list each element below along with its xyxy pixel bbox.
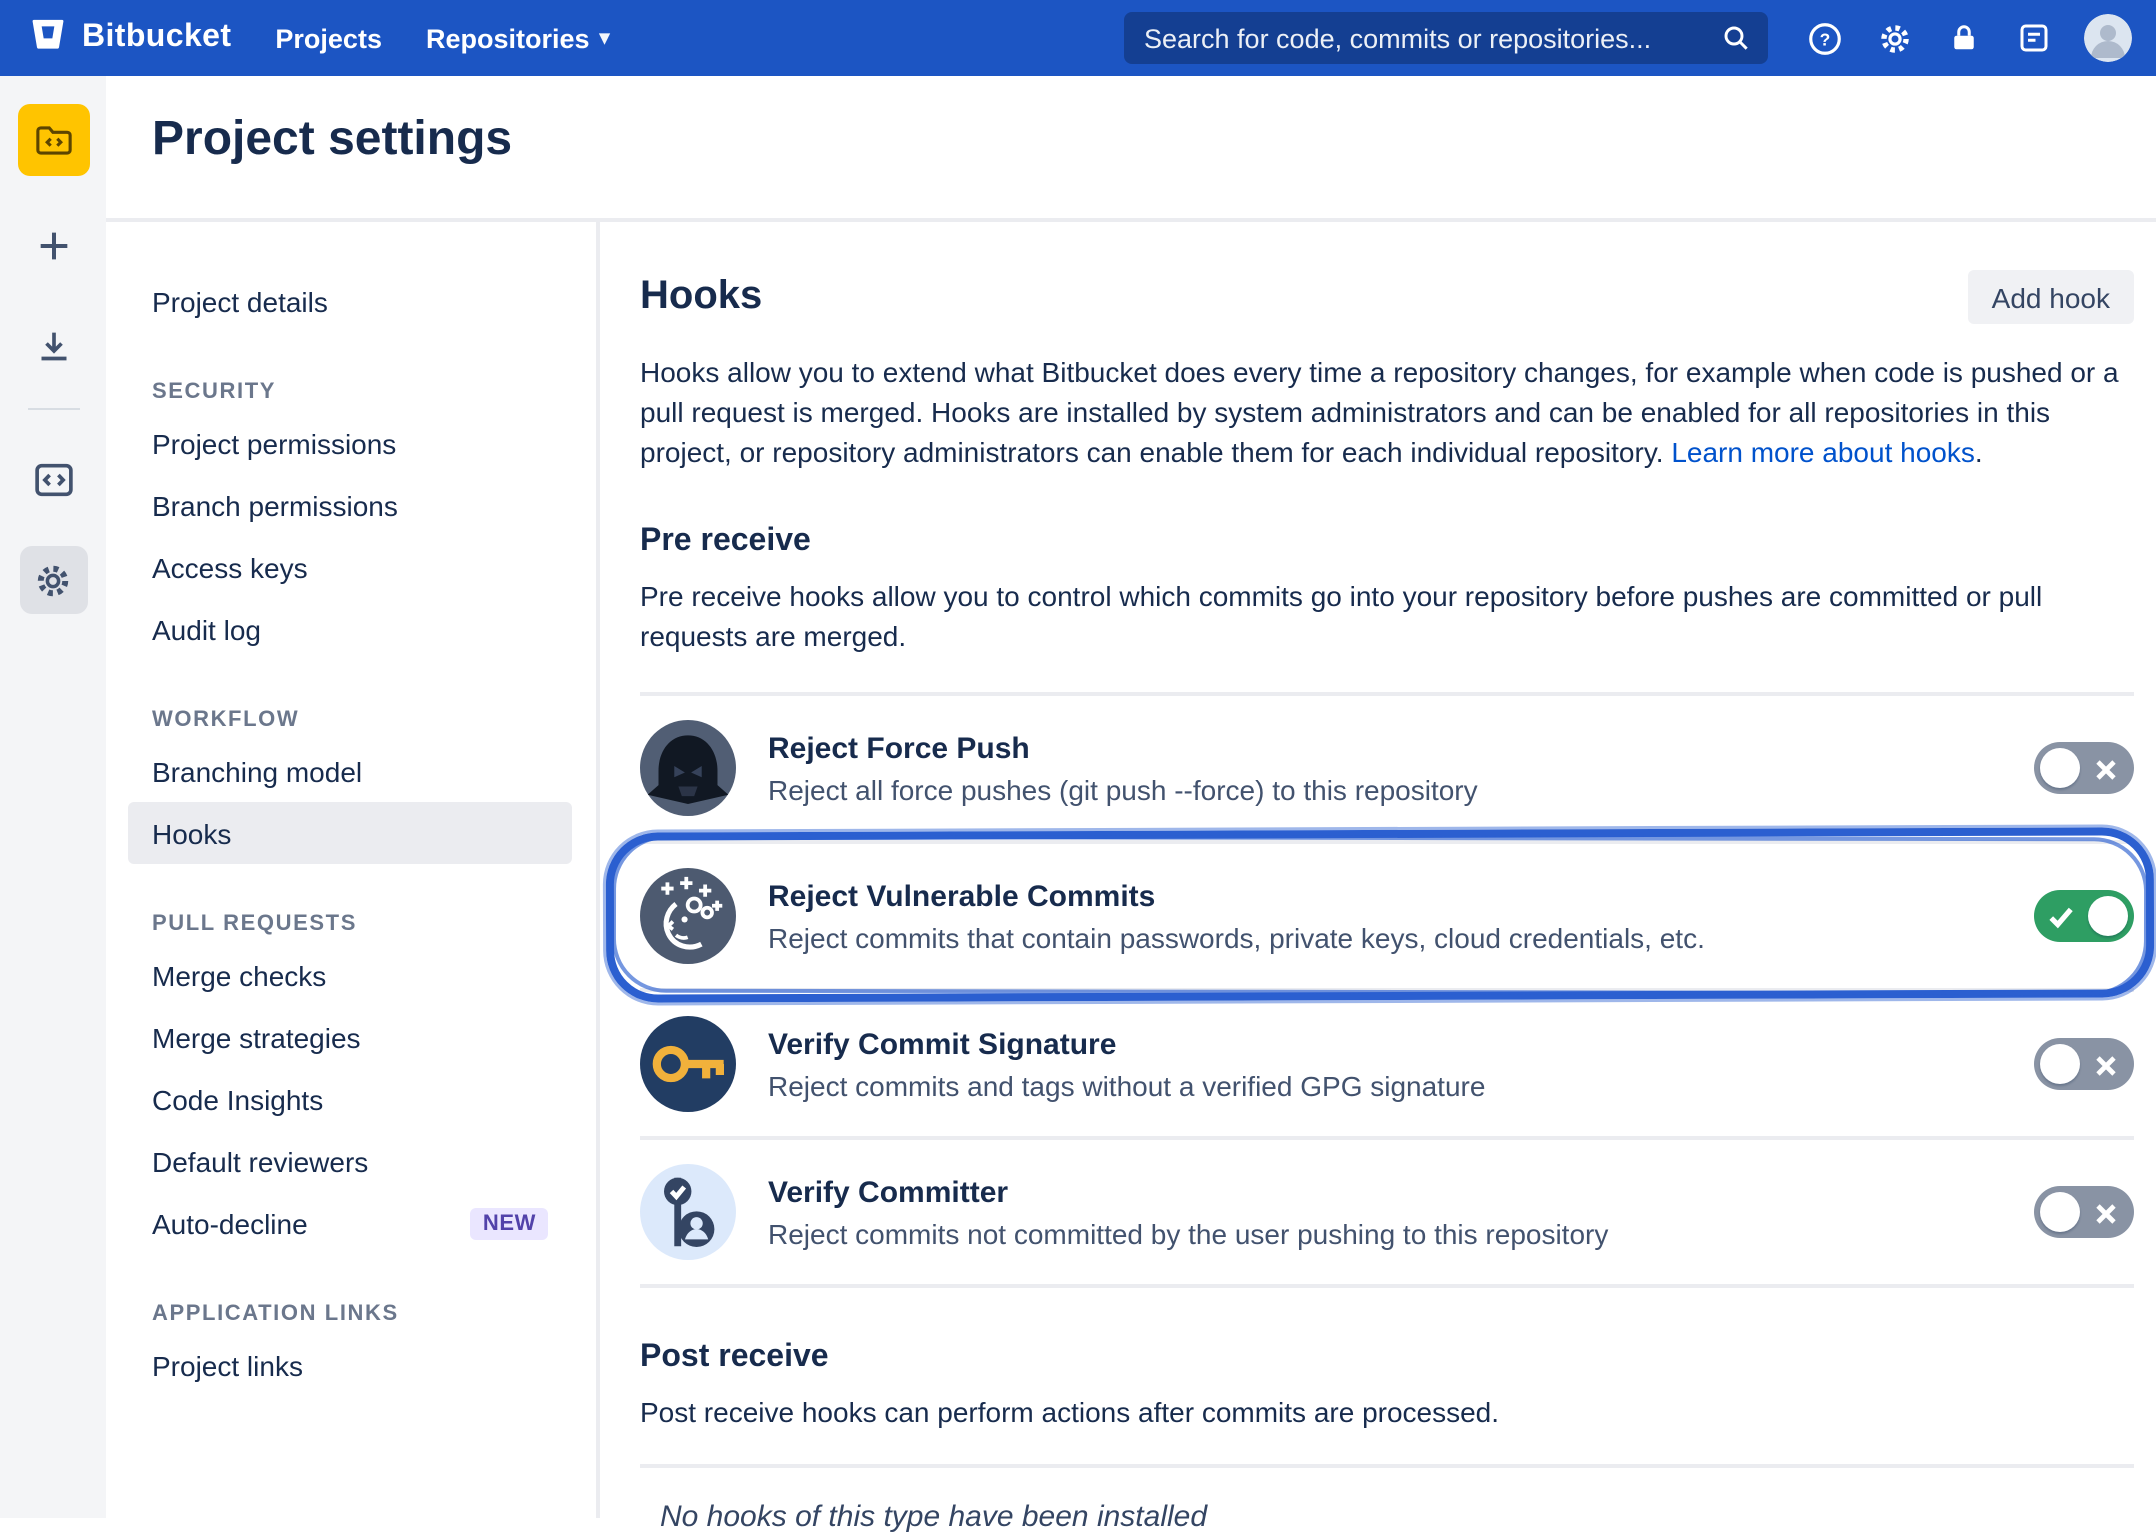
- hook-toggle-verify-commit-signature[interactable]: [2034, 1038, 2134, 1090]
- sidebar-item-merge-strategies[interactable]: Merge strategies: [128, 1006, 572, 1068]
- committer-icon: [640, 1164, 736, 1260]
- chevron-down-icon: ▾: [600, 27, 610, 49]
- face-stars-icon: [640, 868, 736, 964]
- hook-toggle-reject-force-push[interactable]: [2034, 742, 2134, 794]
- sidebar-item-project-details[interactable]: Project details: [128, 270, 572, 332]
- sidebar-section-security: SECURITY: [128, 380, 572, 404]
- search-icon: [1720, 22, 1752, 64]
- settings-sidebar: Project details SECURITY Project permiss…: [106, 222, 600, 1518]
- sidebar-item-default-reviewers[interactable]: Default reviewers: [128, 1130, 572, 1192]
- hook-name: Verify Committer: [768, 1175, 2002, 1209]
- sidebar-section-workflow: WORKFLOW: [128, 708, 572, 732]
- sidebar-item-branching-model[interactable]: Branching model: [128, 740, 572, 802]
- pre-receive-description: Pre receive hooks allow you to control w…: [640, 576, 2134, 656]
- pre-receive-hook-list: Reject Force Push Reject all force pushe…: [640, 692, 2134, 1288]
- project-avatar[interactable]: [17, 104, 89, 176]
- hook-description: Reject commits that contain passwords, p…: [768, 921, 2002, 953]
- help-icon[interactable]: ?: [1804, 18, 1844, 58]
- sidebar-item-project-permissions[interactable]: Project permissions: [128, 412, 572, 474]
- hook-description: Reject commits not committed by the user…: [768, 1217, 2002, 1249]
- user-avatar[interactable]: [2084, 14, 2132, 62]
- hooks-panel: Hooks Add hook Hooks allow you to extend…: [600, 222, 2156, 1518]
- hook-row-reject-vulnerable-commits: Reject Vulnerable Commits Reject commits…: [640, 844, 2134, 992]
- lock-icon[interactable]: [1944, 18, 1984, 58]
- search-input[interactable]: [1124, 12, 1768, 64]
- post-receive-heading: Post receive: [640, 1340, 2134, 1376]
- svg-text:?: ?: [1819, 29, 1830, 49]
- hook-toggle-verify-committer[interactable]: [2034, 1186, 2134, 1238]
- page-title: Project settings: [152, 112, 512, 168]
- hook-name: Reject Force Push: [768, 731, 2002, 765]
- nav-item-repositories[interactable]: Repositories ▾: [426, 23, 610, 53]
- sidebar-item-auto-decline[interactable]: Auto-decline NEW: [128, 1192, 572, 1254]
- toggle-x-icon: [2094, 1200, 2118, 1236]
- vader-icon: [640, 720, 736, 816]
- sidebar-item-hooks[interactable]: Hooks: [128, 802, 572, 864]
- hooks-intro: Hooks allow you to extend what Bitbucket…: [640, 352, 2134, 472]
- bitbucket-project-settings-page: Bitbucket Projects Repositories ▾ ?: [0, 0, 2156, 1518]
- gear-icon[interactable]: [1874, 18, 1914, 58]
- top-navbar: Bitbucket Projects Repositories ▾ ?: [0, 0, 2156, 76]
- pre-receive-heading: Pre receive: [640, 524, 2134, 560]
- nav-item-projects[interactable]: Projects: [275, 23, 382, 53]
- hook-row-verify-commit-signature: Verify Commit Signature Reject commits a…: [640, 992, 2134, 1140]
- sidebar-item-code-insights[interactable]: Code Insights: [128, 1068, 572, 1130]
- sidebar-section-pull-requests: PULL REQUESTS: [128, 912, 572, 936]
- global-search: [1124, 12, 1768, 64]
- hook-description: Reject commits and tags without a verifi…: [768, 1069, 2002, 1101]
- create-plus-icon[interactable]: [19, 216, 87, 276]
- sidebar-section-application-links: APPLICATION LINKS: [128, 1302, 572, 1326]
- post-receive-description: Post receive hooks can perform actions a…: [640, 1392, 2134, 1432]
- toggle-x-icon: [2094, 1052, 2118, 1088]
- sidebar-item-project-links[interactable]: Project links: [128, 1334, 572, 1396]
- settings-gear-icon[interactable]: [19, 546, 87, 614]
- code-icon[interactable]: [19, 450, 87, 510]
- toggle-check-icon: [2048, 903, 2074, 939]
- rail-divider: [27, 408, 79, 410]
- feedback-icon[interactable]: [2014, 18, 2054, 58]
- sidebar-item-audit-log[interactable]: Audit log: [128, 598, 572, 660]
- download-icon[interactable]: [19, 316, 87, 376]
- learn-more-link[interactable]: Learn more about hooks: [1671, 436, 1975, 468]
- sidebar-item-branch-permissions[interactable]: Branch permissions: [128, 474, 572, 536]
- navbar-icons: ?: [1804, 14, 2132, 62]
- post-receive-empty-note: No hooks of this type have been installe…: [660, 1500, 2134, 1534]
- hook-row-verify-committer: Verify Committer Reject commits not comm…: [640, 1140, 2134, 1288]
- new-badge: NEW: [471, 1207, 548, 1239]
- hook-toggle-reject-vulnerable-commits[interactable]: [2034, 890, 2134, 942]
- add-hook-button[interactable]: Add hook: [1968, 270, 2134, 324]
- sidebar-item-access-keys[interactable]: Access keys: [128, 536, 572, 598]
- key-icon: [640, 1016, 736, 1112]
- app-rail: [0, 76, 106, 1518]
- post-receive-divider: [640, 1464, 2134, 1468]
- hook-description: Reject all force pushes (git push --forc…: [768, 773, 2002, 805]
- hook-name: Verify Commit Signature: [768, 1027, 2002, 1061]
- content-body: Project details SECURITY Project permiss…: [106, 218, 2156, 1518]
- bitbucket-brand[interactable]: Bitbucket: [28, 13, 231, 63]
- brand-name: Bitbucket: [82, 20, 231, 56]
- hook-row-reject-force-push: Reject Force Push Reject all force pushe…: [640, 696, 2134, 844]
- sidebar-item-merge-checks[interactable]: Merge checks: [128, 944, 572, 1006]
- toggle-x-icon: [2094, 756, 2118, 792]
- hooks-heading: Hooks: [640, 274, 762, 320]
- bitbucket-logo-icon: [28, 13, 68, 63]
- hook-name: Reject Vulnerable Commits: [768, 879, 2002, 913]
